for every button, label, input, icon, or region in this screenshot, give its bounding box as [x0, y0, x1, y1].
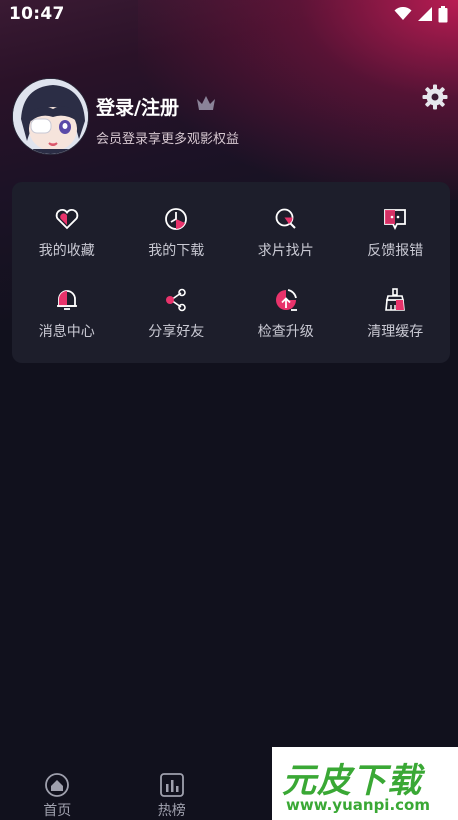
tab-home[interactable]: 首页: [0, 762, 115, 820]
menu-item-label: 我的收藏: [38, 242, 95, 259]
watermark-url: www.yuanpi.com: [286, 796, 430, 814]
crown-icon: [197, 96, 215, 110]
menu-item-label: 消息中心: [38, 324, 95, 341]
menu-item-check-update[interactable]: 检查升级: [231, 274, 341, 356]
login-register-link[interactable]: 登录/注册: [96, 93, 179, 120]
clean-cache-icon: [385, 288, 406, 312]
wifi-icon: [394, 7, 412, 20]
site-watermark: 元皮下载 www.yuanpi.com: [272, 747, 458, 820]
menu-item-messages[interactable]: 消息中心: [12, 274, 122, 356]
avatar-image: [13, 79, 88, 154]
menu-item-favorites[interactable]: 我的收藏: [12, 192, 122, 274]
menu-item-label: 分享好友: [148, 324, 205, 341]
gear-icon[interactable]: [422, 84, 448, 110]
menu-item-clear-cache[interactable]: 清理缓存: [341, 274, 451, 356]
home-icon: [45, 773, 70, 797]
heart-icon: [55, 208, 78, 230]
profile-header: 登录/注册 会员登录享更多观影权益: [12, 78, 448, 158]
tab-hot-list[interactable]: 热榜: [115, 762, 230, 820]
menu-item-label: 求片找片: [257, 242, 314, 259]
bell-icon: [56, 290, 77, 311]
feedback-icon: [384, 208, 407, 230]
avatar[interactable]: [12, 78, 89, 155]
search-film-icon: [275, 208, 296, 229]
menu-item-label: 检查升级: [257, 324, 314, 341]
status-time: 10:47: [9, 4, 65, 24]
tab-label: 热榜: [157, 803, 186, 819]
status-icons: [394, 5, 448, 23]
menu-item-downloads[interactable]: 我的下载: [122, 192, 232, 274]
upgrade-icon: [275, 289, 297, 312]
login-subtitle: 会员登录享更多观影权益: [96, 132, 240, 147]
menu-item-request-film[interactable]: 求片找片: [231, 192, 341, 274]
watermark-brand: 元皮下载: [282, 761, 422, 801]
menu-item-feedback[interactable]: 反馈报错: [341, 192, 451, 274]
status-bar: 10:47: [0, 0, 458, 28]
chart-icon: [159, 773, 184, 797]
signal-icon: [418, 7, 432, 21]
feature-menu-card: 我的收藏 我的下载 求片找片 反馈报错 消息中心 分享好友 检查升级 清理缓存: [12, 182, 450, 363]
menu-item-label: 我的下载: [148, 242, 205, 259]
tab-label: 首页: [43, 803, 72, 819]
menu-item-share[interactable]: 分享好友: [122, 274, 232, 356]
battery-icon: [438, 5, 448, 22]
menu-item-label: 反馈报错: [367, 242, 424, 259]
download-clock-icon: [165, 207, 188, 230]
share-icon: [166, 288, 187, 312]
menu-item-label: 清理缓存: [367, 324, 424, 341]
